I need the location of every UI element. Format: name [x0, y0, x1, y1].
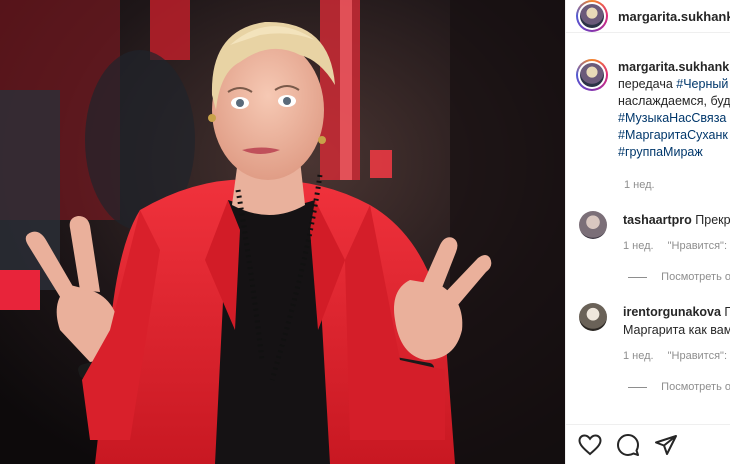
author-avatar[interactable] — [576, 0, 608, 32]
comment-avatar[interactable] — [579, 303, 607, 331]
caption-line: передача #Черный — [618, 77, 729, 91]
view-replies[interactable]: Посмотреть о — [628, 271, 730, 283]
author-username[interactable]: margarita.sukhank — [618, 9, 730, 24]
comment-username[interactable]: irentorgunakova — [623, 305, 721, 319]
caption-username[interactable]: margarita.sukhank — [618, 60, 729, 74]
post-header: margarita.sukhank — [566, 0, 730, 33]
comment-username[interactable]: tashaartpro — [623, 213, 692, 227]
comment-time: 1 нед. — [623, 240, 654, 252]
comment-icon[interactable] — [616, 433, 640, 457]
comment-likes[interactable]: "Нравится": 2 — [668, 350, 730, 362]
caption-line: #МузыкаНасСвяза — [618, 110, 730, 127]
comment-meta: 1 нед. "Нравится": 2 — [623, 347, 730, 365]
post-caption: margarita.sukhank передача #Черный насла… — [566, 59, 730, 161]
caption-username-line: margarita.sukhank — [618, 59, 730, 76]
hashtag-link[interactable]: #Черный — [676, 77, 728, 91]
caption-line: #группаМираж — [618, 144, 730, 161]
comment-item: tashaartpro Прекр 1 нед. "Нравится": 3 — [566, 211, 730, 255]
comment-text: Прекр — [691, 213, 730, 227]
view-replies[interactable]: Посмотреть о — [628, 381, 730, 393]
caption-avatar[interactable] — [576, 59, 608, 91]
post-photo[interactable] — [0, 0, 565, 464]
comments-panel: margarita.sukhank margarita.sukhank пере… — [565, 0, 730, 464]
comment-item: irentorgunakova П Маргарита как вам 1 не… — [566, 303, 730, 365]
hashtag-link[interactable]: #МузыкаНасСвяза — [618, 111, 726, 125]
photo-illustration — [0, 0, 565, 464]
caption-time: 1 нед. — [624, 179, 655, 191]
comment-meta: 1 нед. "Нравится": 3 — [623, 237, 730, 255]
comment-time: 1 нед. — [623, 350, 654, 362]
caption-line: наслаждаемся, буд — [618, 94, 730, 108]
heart-icon[interactable] — [578, 434, 602, 456]
comment-likes[interactable]: "Нравится": 3 — [668, 240, 730, 252]
share-icon[interactable] — [654, 434, 678, 456]
hashtag-link[interactable]: #группаМираж — [618, 145, 703, 159]
comment-text: П — [721, 305, 730, 319]
action-bar — [566, 424, 730, 464]
caption-line: #МаргаритаСуханк — [618, 127, 730, 144]
comment-avatar[interactable] — [579, 211, 607, 239]
comment-text-line2: Маргарита как вам — [623, 323, 730, 337]
hashtag-link[interactable]: #МаргаритаСуханк — [618, 128, 728, 142]
